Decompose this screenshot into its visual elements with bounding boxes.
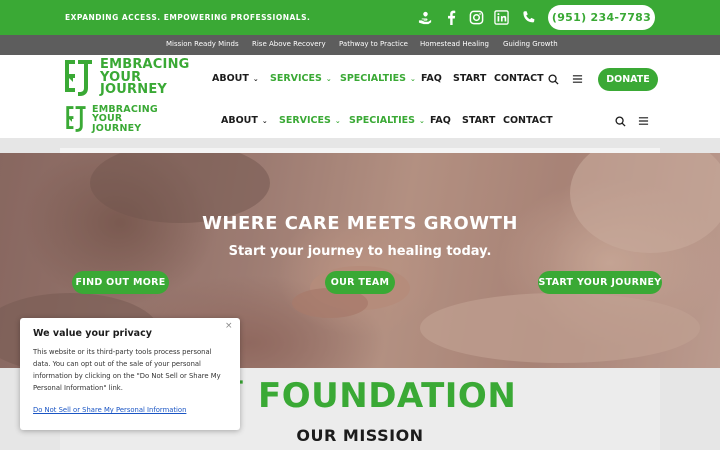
logo-wordmark: EMBRACING YOUR JOURNEY	[100, 58, 190, 98]
chevron-down-icon: ⌄	[252, 74, 259, 83]
program-link-mission-ready-minds[interactable]: Mission Ready Minds	[166, 40, 239, 48]
nav-specialties-label: SPECIALTIES	[340, 73, 406, 84]
sticky-nav-about[interactable]: ABOUT ⌄	[221, 115, 268, 126]
nav-contact[interactable]: CONTACT	[494, 73, 544, 84]
hero-subtitle: Start your journey to healing today.	[228, 244, 492, 259]
page: EXPANDING ACCESS. EMPOWERING PROFESSIONA…	[0, 0, 720, 450]
sticky-nav-specialties[interactable]: SPECIALTIES ⌄	[349, 115, 425, 126]
chevron-down-icon: ⌄	[261, 116, 268, 125]
menu-icon[interactable]	[570, 72, 584, 86]
nav-start[interactable]: START	[453, 73, 486, 84]
program-link-rise-above-recovery[interactable]: Rise Above Recovery	[252, 40, 326, 48]
logo-mark-icon	[66, 106, 86, 132]
nav-services[interactable]: SERVICES ⌄	[270, 73, 332, 84]
sticky-nav-services[interactable]: SERVICES ⌄	[279, 115, 341, 126]
our-team-button[interactable]: OUR TEAM	[325, 271, 395, 294]
nav-services-label: SERVICES	[270, 73, 322, 84]
program-link-guiding-growth[interactable]: Guiding Growth	[503, 40, 558, 48]
find-out-more-button[interactable]: FIND OUT MORE	[72, 271, 169, 294]
phone-icon[interactable]	[519, 8, 537, 26]
search-icon[interactable]	[546, 72, 560, 86]
nav-specialties-label: SPECIALTIES	[349, 115, 415, 126]
top-bar: EXPANDING ACCESS. EMPOWERING PROFESSIONA…	[0, 0, 720, 35]
site-logo[interactable]: EMBRACING YOUR JOURNEY	[62, 57, 190, 99]
program-link-homestead-healing[interactable]: Homestead Healing	[420, 40, 489, 48]
hero-title: WHERE CARE MEETS GROWTH	[202, 213, 518, 234]
chevron-down-icon: ⌄	[418, 116, 425, 125]
program-nav: Mission Ready Minds Rise Above Recovery …	[0, 35, 720, 55]
start-your-journey-button[interactable]: START YOUR JOURNEY	[538, 271, 662, 294]
donate-button[interactable]: DONATE	[598, 68, 658, 91]
nav-about[interactable]: ABOUT ⌄	[212, 73, 259, 84]
nav-faq[interactable]: FAQ	[421, 73, 442, 84]
logo-wordmark: EMBRACING YOUR JOURNEY	[92, 105, 158, 134]
close-icon[interactable]: ×	[225, 321, 233, 331]
nav-about-label: ABOUT	[212, 73, 249, 84]
donate-hand-icon[interactable]	[416, 8, 434, 26]
privacy-body: This website or its third-party tools pr…	[33, 348, 221, 392]
foundation-title: FOUNDATION	[258, 376, 517, 416]
chevron-down-icon: ⌄	[325, 74, 332, 83]
linkedin-icon[interactable]	[492, 8, 510, 26]
logo-line-3: JOURNEY	[92, 122, 142, 134]
sticky-site-logo[interactable]: EMBRACING YOUR JOURNEY	[64, 104, 158, 134]
privacy-title: We value your privacy	[33, 328, 152, 339]
logo-mark-icon	[65, 60, 92, 96]
chevron-down-icon: ⌄	[334, 116, 341, 125]
sticky-nav-start[interactable]: START	[462, 115, 495, 126]
nav-about-label: ABOUT	[221, 115, 258, 126]
privacy-popup: We value your privacy × This website or …	[20, 318, 240, 430]
sticky-nav-faq[interactable]: FAQ	[430, 115, 451, 126]
program-link-pathway-to-practice[interactable]: Pathway to Practice	[339, 40, 408, 48]
phone-button[interactable]: (951) 234-7783	[548, 5, 655, 30]
nav-specialties[interactable]: SPECIALTIES ⌄	[340, 73, 416, 84]
do-not-sell-link[interactable]: Do Not Sell or Share My Personal Informa…	[33, 406, 186, 414]
logo-line-3: JOURNEY	[100, 82, 168, 98]
search-icon[interactable]	[613, 114, 627, 128]
sticky-nav-contact[interactable]: CONTACT	[503, 115, 553, 126]
tagline: EXPANDING ACCESS. EMPOWERING PROFESSIONA…	[65, 13, 311, 22]
facebook-icon[interactable]	[442, 8, 460, 26]
nav-services-label: SERVICES	[279, 115, 331, 126]
menu-icon[interactable]	[636, 114, 650, 128]
chevron-down-icon: ⌄	[409, 74, 416, 83]
instagram-icon[interactable]	[467, 8, 485, 26]
